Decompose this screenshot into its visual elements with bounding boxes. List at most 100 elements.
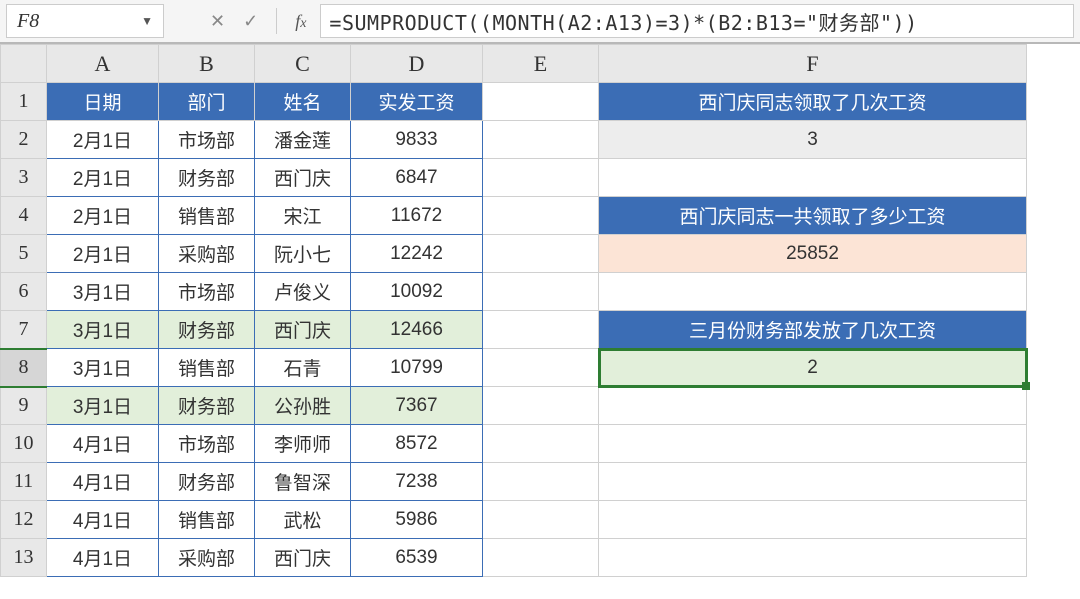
cell-D10[interactable]: 8572 — [351, 425, 483, 463]
select-all-corner[interactable] — [1, 45, 47, 83]
cell-F3[interactable] — [599, 159, 1027, 197]
table-header-A[interactable]: 日期 — [47, 83, 159, 121]
column-header-C[interactable]: C — [255, 45, 351, 83]
cell-E5[interactable] — [483, 235, 599, 273]
cell-B4[interactable]: 销售部 — [159, 197, 255, 235]
cell-E12[interactable] — [483, 501, 599, 539]
accept-icon[interactable]: ✓ — [243, 11, 258, 32]
table-header-C[interactable]: 姓名 — [255, 83, 351, 121]
fx-icon[interactable]: fx — [295, 11, 306, 32]
cell-D5[interactable]: 12242 — [351, 235, 483, 273]
row-header-8[interactable]: 8 — [1, 349, 47, 387]
cell-B8[interactable]: 销售部 — [159, 349, 255, 387]
spreadsheet-grid[interactable]: ABCDEF1日期部门姓名实发工资西门庆同志领取了几次工资22月1日市场部潘金莲… — [0, 44, 1080, 577]
row-header-10[interactable]: 10 — [1, 425, 47, 463]
summary-value-5[interactable]: 25852 — [599, 235, 1027, 273]
cell-C11[interactable]: 鲁智深 — [255, 463, 351, 501]
cell-E8[interactable] — [483, 349, 599, 387]
table-header-B[interactable]: 部门 — [159, 83, 255, 121]
cell-D9[interactable]: 7367 — [351, 387, 483, 425]
cell-A2[interactable]: 2月1日 — [47, 121, 159, 159]
row-header-6[interactable]: 6 — [1, 273, 47, 311]
cancel-icon[interactable]: ✕ — [210, 11, 225, 32]
cell-E3[interactable] — [483, 159, 599, 197]
cell-C3[interactable]: 西门庆 — [255, 159, 351, 197]
cell-B10[interactable]: 市场部 — [159, 425, 255, 463]
chevron-down-icon[interactable]: ▼ — [141, 14, 153, 29]
cell-B9[interactable]: 财务部 — [159, 387, 255, 425]
cell-C8[interactable]: 石青 — [255, 349, 351, 387]
cell-F12[interactable] — [599, 501, 1027, 539]
table-header-D[interactable]: 实发工资 — [351, 83, 483, 121]
cell-A12[interactable]: 4月1日 — [47, 501, 159, 539]
cell-D11[interactable]: 7238 — [351, 463, 483, 501]
column-header-B[interactable]: B — [159, 45, 255, 83]
cell-E7[interactable] — [483, 311, 599, 349]
cell-A8[interactable]: 3月1日 — [47, 349, 159, 387]
summary-label-4[interactable]: 西门庆同志一共领取了多少工资 — [599, 197, 1027, 235]
row-header-5[interactable]: 5 — [1, 235, 47, 273]
cell-A13[interactable]: 4月1日 — [47, 539, 159, 577]
cell-E6[interactable] — [483, 273, 599, 311]
cell-D2[interactable]: 9833 — [351, 121, 483, 159]
cell-B6[interactable]: 市场部 — [159, 273, 255, 311]
cell-B3[interactable]: 财务部 — [159, 159, 255, 197]
cell-B5[interactable]: 采购部 — [159, 235, 255, 273]
cell-C2[interactable]: 潘金莲 — [255, 121, 351, 159]
row-header-13[interactable]: 13 — [1, 539, 47, 577]
cell-B13[interactable]: 采购部 — [159, 539, 255, 577]
cell-D4[interactable]: 11672 — [351, 197, 483, 235]
cell-E2[interactable] — [483, 121, 599, 159]
row-header-1[interactable]: 1 — [1, 83, 47, 121]
column-header-E[interactable]: E — [483, 45, 599, 83]
cell-C10[interactable]: 李师师 — [255, 425, 351, 463]
cell-C12[interactable]: 武松 — [255, 501, 351, 539]
cell-E10[interactable] — [483, 425, 599, 463]
cell-F9[interactable] — [599, 387, 1027, 425]
column-header-D[interactable]: D — [351, 45, 483, 83]
cell-F6[interactable] — [599, 273, 1027, 311]
cell-B11[interactable]: 财务部 — [159, 463, 255, 501]
cell-D12[interactable]: 5986 — [351, 501, 483, 539]
summary-value-2[interactable]: 3 — [599, 121, 1027, 159]
cell-A7[interactable]: 3月1日 — [47, 311, 159, 349]
cell-E4[interactable] — [483, 197, 599, 235]
cell-C4[interactable]: 宋江 — [255, 197, 351, 235]
cell-B2[interactable]: 市场部 — [159, 121, 255, 159]
cell-C13[interactable]: 西门庆 — [255, 539, 351, 577]
cell-B7[interactable]: 财务部 — [159, 311, 255, 349]
column-header-A[interactable]: A — [47, 45, 159, 83]
cell-A11[interactable]: 4月1日 — [47, 463, 159, 501]
row-header-7[interactable]: 7 — [1, 311, 47, 349]
cell-B12[interactable]: 销售部 — [159, 501, 255, 539]
cell-A4[interactable]: 2月1日 — [47, 197, 159, 235]
cell-E1[interactable] — [483, 83, 599, 121]
row-header-2[interactable]: 2 — [1, 121, 47, 159]
summary-label-1[interactable]: 西门庆同志领取了几次工资 — [599, 83, 1027, 121]
summary-value-8[interactable]: 2 — [599, 349, 1027, 387]
cell-F13[interactable] — [599, 539, 1027, 577]
cell-A3[interactable]: 2月1日 — [47, 159, 159, 197]
cell-D13[interactable]: 6539 — [351, 539, 483, 577]
cell-C5[interactable]: 阮小七 — [255, 235, 351, 273]
formula-input[interactable]: =SUMPRODUCT((MONTH(A2:A13)=3)*(B2:B13="财… — [320, 4, 1074, 38]
cell-A9[interactable]: 3月1日 — [47, 387, 159, 425]
cell-A5[interactable]: 2月1日 — [47, 235, 159, 273]
cell-F10[interactable] — [599, 425, 1027, 463]
cell-D7[interactable]: 12466 — [351, 311, 483, 349]
name-box[interactable]: F8 ▼ — [6, 4, 164, 38]
cell-D3[interactable]: 6847 — [351, 159, 483, 197]
cell-E11[interactable] — [483, 463, 599, 501]
cell-C9[interactable]: 公孙胜 — [255, 387, 351, 425]
cell-C7[interactable]: 西门庆 — [255, 311, 351, 349]
summary-label-7[interactable]: 三月份财务部发放了几次工资 — [599, 311, 1027, 349]
column-header-F[interactable]: F — [599, 45, 1027, 83]
cell-F11[interactable] — [599, 463, 1027, 501]
cell-E13[interactable] — [483, 539, 599, 577]
cell-E9[interactable] — [483, 387, 599, 425]
row-header-12[interactable]: 12 — [1, 501, 47, 539]
row-header-4[interactable]: 4 — [1, 197, 47, 235]
row-header-9[interactable]: 9 — [1, 387, 47, 425]
cell-A10[interactable]: 4月1日 — [47, 425, 159, 463]
row-header-11[interactable]: 11 — [1, 463, 47, 501]
